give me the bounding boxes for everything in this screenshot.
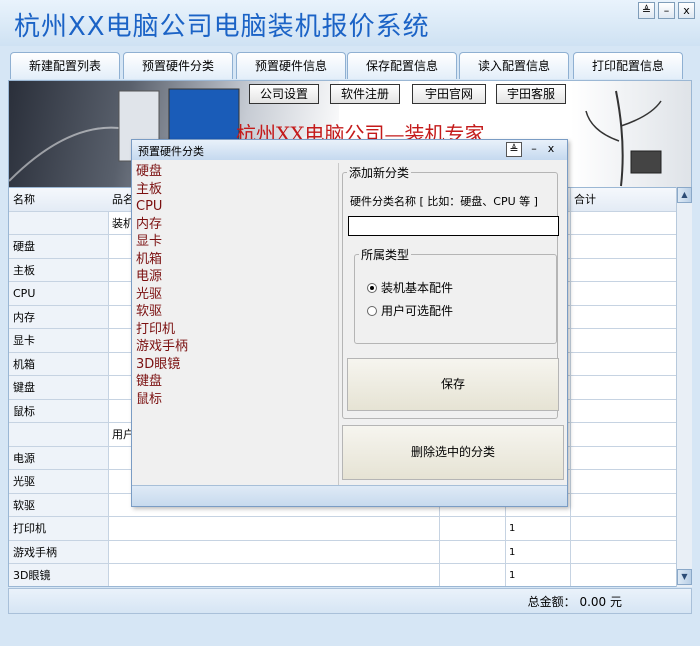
table-cell [9,211,109,234]
tab-print-config[interactable]: 打印配置信息 [573,52,683,79]
customer-service-button[interactable]: 宇田客服 [496,84,566,104]
total-label: 总金额： [527,595,576,609]
row-qty: 1 [509,546,516,558]
category-item[interactable]: 软驱 [136,303,162,320]
delete-category-button[interactable]: 删除选中的分类 [342,425,564,480]
radio-unselected-icon[interactable] [367,306,377,316]
row-name: 游戏手柄 [9,540,109,563]
tab-save-config[interactable]: 保存配置信息 [347,52,457,79]
total-amount: 总金额： 0.00 元 [528,593,622,610]
category-name-input[interactable] [348,216,559,236]
category-item[interactable]: 电源 [136,268,162,285]
category-item[interactable]: 3D眼镜 [136,356,180,373]
radio-basic-label: 装机基本配件 [381,281,454,295]
table-row[interactable]: 游戏手柄 1 [9,540,683,564]
category-item[interactable]: 光驱 [136,286,162,303]
row-name: 光驱 [9,470,109,493]
radio-selected-icon[interactable] [367,283,377,293]
row-name: 键盘 [9,376,109,399]
category-item[interactable]: 硬盘 [136,163,162,180]
tab-load-config[interactable]: 读入配置信息 [459,52,569,79]
add-category-legend: 添加新分类 [349,166,410,180]
category-item[interactable]: 游戏手柄 [136,338,188,355]
official-site-button[interactable]: 宇田官网 [412,84,486,104]
scroll-down-icon[interactable]: ▼ [677,569,692,585]
radio-optional-parts[interactable]: 用户可选配件 [367,302,453,319]
row-name: 主板 [9,258,109,281]
row-name: 鼠标 [9,399,109,422]
table-row[interactable]: 3D眼镜 1 [9,564,683,586]
row-name: 3D眼镜 [9,564,109,586]
company-settings-button[interactable]: 公司设置 [249,84,319,104]
restore-button[interactable]: ≜ [638,2,655,19]
table-scrollbar[interactable]: ▲ ▼ [676,187,692,587]
table-cell [9,423,109,446]
total-value: 0.00 元 [579,595,622,609]
table-row[interactable]: 打印机 1 [9,517,683,541]
app-title: 杭州XX电脑公司电脑装机报价系统 [14,12,430,42]
software-register-button[interactable]: 软件注册 [330,84,400,104]
row-qty: 1 [509,570,516,581]
category-item[interactable]: 鼠标 [136,391,162,408]
scroll-up-icon[interactable]: ▲ [677,187,692,203]
row-name: 机箱 [9,352,109,375]
dialog-minimize-button[interactable]: – [526,142,542,157]
dialog-bottom-bar [132,485,567,506]
category-list[interactable]: 硬盘 主板 CPU 内存 显卡 机箱 电源 光驱 软驱 打印机 游戏手柄 3D眼… [134,163,339,485]
category-item[interactable]: 主板 [136,181,162,198]
tab-preset-hardware[interactable]: 预置硬件信息 [236,52,346,79]
column-divider [570,188,571,586]
preset-category-dialog[interactable]: 预置硬件分类 ≜ – x 硬盘 主板 CPU 内存 显卡 机箱 电源 光驱 软驱… [131,139,568,507]
header-total: 合计 [574,193,596,206]
row-name: 内存 [9,305,109,328]
category-item[interactable]: 机箱 [136,251,162,268]
category-item[interactable]: CPU [136,198,162,215]
header-name: 名称 [13,193,35,206]
row-name: 显卡 [9,329,109,352]
row-name: CPU [9,282,109,305]
save-button[interactable]: 保存 [347,358,559,411]
row-name: 硬盘 [9,235,109,258]
category-item[interactable]: 显卡 [136,233,162,250]
dialog-title: 预置硬件分类 [138,145,204,158]
category-item[interactable]: 内存 [136,216,162,233]
row-name: 电源 [9,446,109,469]
dialog-restore-icon[interactable]: ≜ [506,142,522,157]
tab-new-config[interactable]: 新建配置列表 [10,52,120,79]
category-item[interactable]: 打印机 [136,321,175,338]
type-group-legend: 所属类型 [361,248,410,262]
plant-decoration-icon [585,90,662,187]
category-name-label: 硬件分类名称 [ 比如：硬盘、CPU 等 ] [350,195,538,208]
minimize-button[interactable]: – [658,2,675,19]
banner-decoration [571,81,691,187]
dialog-close-button[interactable]: x [543,142,559,157]
category-item[interactable]: 键盘 [136,373,162,390]
tab-preset-category[interactable]: 预置硬件分类 [123,52,233,79]
radio-basic-parts[interactable]: 装机基本配件 [367,279,453,296]
row-name: 打印机 [9,517,109,540]
row-qty: 1 [509,523,516,534]
close-button[interactable]: x [678,2,695,19]
radio-optional-label: 用户可选配件 [381,304,454,318]
row-name: 软驱 [9,493,109,516]
